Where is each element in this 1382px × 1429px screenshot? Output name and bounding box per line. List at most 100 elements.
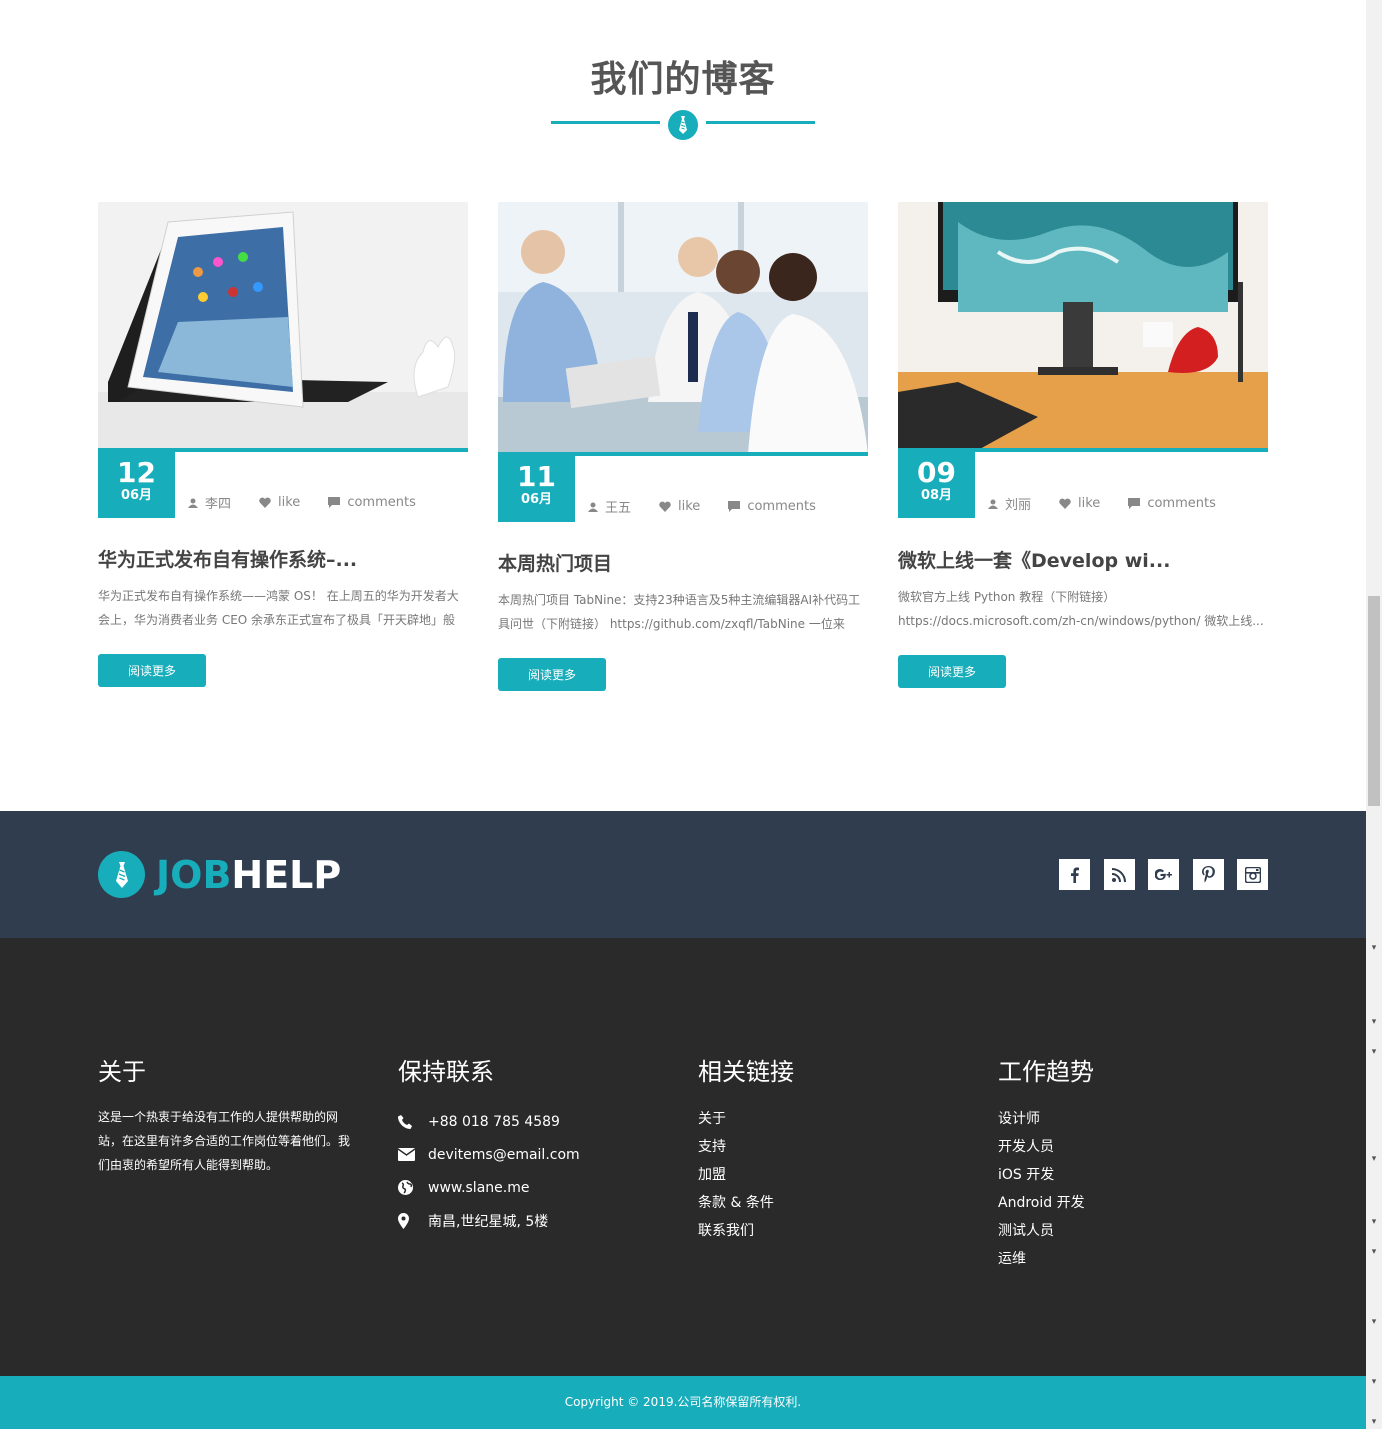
social-links xyxy=(1059,859,1268,890)
read-more-button[interactable]: 阅读更多 xyxy=(898,655,1006,688)
footer-about-text: 这是一个热衷于给没有工作的人提供帮助的网站，在这里有许多合适的工作岗位等着他们。… xyxy=(98,1110,351,1172)
footer-links-heading: 相关链接 xyxy=(698,1058,794,1086)
scroll-down-arrow-icon[interactable]: ▾ xyxy=(1369,1378,1379,1387)
date-day: 09 xyxy=(917,456,956,489)
post-meta: 李四 like comments xyxy=(188,493,444,512)
trend-link[interactable]: 运维 xyxy=(998,1245,1278,1273)
heart-icon xyxy=(659,501,671,512)
contact-phone-text: +88 018 785 4589 xyxy=(428,1113,560,1130)
footer-links: 相关链接 关于 支持 加盟 条款 & 条件 联系我们 xyxy=(698,1052,978,1245)
post-excerpt: 微软官方上线 Python 教程（下附链接） https://docs.micr… xyxy=(898,590,1264,628)
user-icon xyxy=(588,502,598,512)
pinterest-icon[interactable] xyxy=(1192,859,1224,890)
trend-link[interactable]: 测试人员 xyxy=(998,1217,1278,1245)
footer-link[interactable]: 支持 xyxy=(698,1133,978,1161)
footer-about: 关于 这是一个热衷于给没有工作的人提供帮助的网站，在这里有许多合适的工作岗位等着… xyxy=(98,1052,378,1177)
tie-icon xyxy=(668,110,698,140)
date-day: 12 xyxy=(117,456,156,489)
like[interactable]: like xyxy=(1059,496,1100,511)
footer-link[interactable]: 关于 xyxy=(698,1105,978,1133)
contact-phone[interactable]: +88 018 785 4589 xyxy=(398,1105,678,1138)
blog-section: 我们的博客 12 06月 李四 like comments 华为正式发布自有操作… xyxy=(0,0,1366,811)
facebook-icon[interactable] xyxy=(1059,859,1090,890)
copyright-bar: Copyright © 2019.公司名称保留所有权利. xyxy=(0,1376,1366,1429)
footer-link[interactable]: 加盟 xyxy=(698,1161,978,1189)
footer-main: 关于 这是一个热衷于给没有工作的人提供帮助的网站，在这里有许多合适的工作岗位等着… xyxy=(0,938,1366,1376)
post-excerpt: 本周热门项目 TabNine：支持23种语言及5种主流编辑器AI补代码工具问世（… xyxy=(498,593,861,631)
blog-card: 09 08月 刘丽 like comments 微软上线一套《Develop w… xyxy=(898,202,1268,692)
heart-icon xyxy=(259,497,271,508)
google-plus-icon[interactable] xyxy=(1148,859,1179,890)
post-title[interactable]: 华为正式发布自有操作系统–... xyxy=(98,545,468,572)
footer-brand-bar: JOBHELP xyxy=(0,811,1366,938)
envelope-icon xyxy=(398,1148,428,1161)
scroll-down-arrow-icon[interactable]: ▾ xyxy=(1369,1018,1379,1027)
comment-icon xyxy=(328,497,341,508)
map-marker-icon xyxy=(398,1212,428,1229)
comments-label: comments xyxy=(347,495,416,510)
scrollbar-thumb[interactable] xyxy=(1368,596,1380,806)
site-logo[interactable]: JOBHELP xyxy=(98,851,341,898)
like[interactable]: like xyxy=(659,499,700,514)
contact-website[interactable]: www.slane.me xyxy=(398,1171,678,1204)
trend-link[interactable]: 开发人员 xyxy=(998,1133,1278,1161)
contact-email-text: devitems@email.com xyxy=(428,1146,580,1163)
post-excerpt: 华为正式发布自有操作系统——鸿蒙 OS！ 在上周五的华为开发者大会上，华为消费者… xyxy=(98,589,459,627)
title-divider-left xyxy=(551,121,660,124)
comments-label: comments xyxy=(747,499,816,514)
post-title[interactable]: 微软上线一套《Develop wi... xyxy=(898,546,1268,573)
date-badge: 11 06月 xyxy=(498,454,575,522)
date-badge: 09 08月 xyxy=(898,450,975,518)
footer-link[interactable]: 条款 & 条件 xyxy=(698,1189,978,1217)
read-more-button[interactable]: 阅读更多 xyxy=(498,658,606,691)
instagram-icon[interactable] xyxy=(1237,859,1268,890)
scroll-down-arrow-icon[interactable]: ▾ xyxy=(1369,944,1379,953)
contact-email[interactable]: devitems@email.com xyxy=(398,1138,678,1171)
like-label: like xyxy=(278,495,301,510)
page-scrollbar[interactable] xyxy=(1366,0,1382,1429)
date-month: 06月 xyxy=(120,488,153,503)
copyright-text: Copyright © 2019.公司名称保留所有权利. xyxy=(564,1395,802,1409)
contact-website-text: www.slane.me xyxy=(428,1179,530,1196)
footer-about-heading: 关于 xyxy=(98,1058,146,1086)
like-label: like xyxy=(678,499,701,514)
scroll-down-arrow-icon[interactable]: ▾ xyxy=(1369,1048,1379,1057)
scroll-down-arrow-icon[interactable]: ▾ xyxy=(1369,1155,1379,1164)
trend-link[interactable]: iOS 开发 xyxy=(998,1161,1278,1189)
logo-text: JOBHELP xyxy=(156,853,341,897)
tie-icon xyxy=(98,851,145,898)
scroll-down-arrow-icon[interactable]: ▾ xyxy=(1369,1248,1379,1257)
read-more-button[interactable]: 阅读更多 xyxy=(98,654,206,687)
scroll-down-arrow-icon[interactable]: ▾ xyxy=(1369,1418,1379,1427)
comments[interactable]: comments xyxy=(1128,496,1216,511)
scroll-down-arrow-icon[interactable]: ▾ xyxy=(1369,1218,1379,1227)
post-title[interactable]: 本周热门项目 xyxy=(498,549,868,576)
rss-icon[interactable] xyxy=(1103,859,1135,890)
post-image[interactable] xyxy=(98,202,468,450)
comments-label: comments xyxy=(1147,496,1216,511)
author[interactable]: 刘丽 xyxy=(988,494,1031,513)
date-month: 08月 xyxy=(920,488,953,503)
footer-trends: 工作趋势 设计师 开发人员 iOS 开发 Android 开发 测试人员 运维 xyxy=(998,1052,1278,1273)
comments[interactable]: comments xyxy=(328,495,416,510)
trend-link[interactable]: 设计师 xyxy=(998,1105,1278,1133)
globe-icon xyxy=(398,1180,428,1195)
author[interactable]: 王五 xyxy=(588,497,631,516)
post-image[interactable] xyxy=(898,202,1268,450)
date-month: 06月 xyxy=(520,492,553,507)
heart-icon xyxy=(1059,498,1071,509)
post-image[interactable] xyxy=(498,202,868,454)
blog-card: 12 06月 李四 like comments 华为正式发布自有操作系统–...… xyxy=(98,202,468,692)
footer-link[interactable]: 联系我们 xyxy=(698,1217,978,1245)
author-name: 李四 xyxy=(205,497,232,512)
date-badge: 12 06月 xyxy=(98,450,175,518)
footer-trends-heading: 工作趋势 xyxy=(998,1058,1094,1086)
comments[interactable]: comments xyxy=(728,499,816,514)
post-meta: 刘丽 like comments xyxy=(988,494,1244,513)
scroll-down-arrow-icon[interactable]: ▾ xyxy=(1369,1318,1379,1327)
title-divider-right xyxy=(706,121,815,124)
post-meta: 王五 like comments xyxy=(588,497,844,516)
trend-link[interactable]: Android 开发 xyxy=(998,1189,1278,1217)
author[interactable]: 李四 xyxy=(188,493,231,512)
like[interactable]: like xyxy=(259,495,300,510)
